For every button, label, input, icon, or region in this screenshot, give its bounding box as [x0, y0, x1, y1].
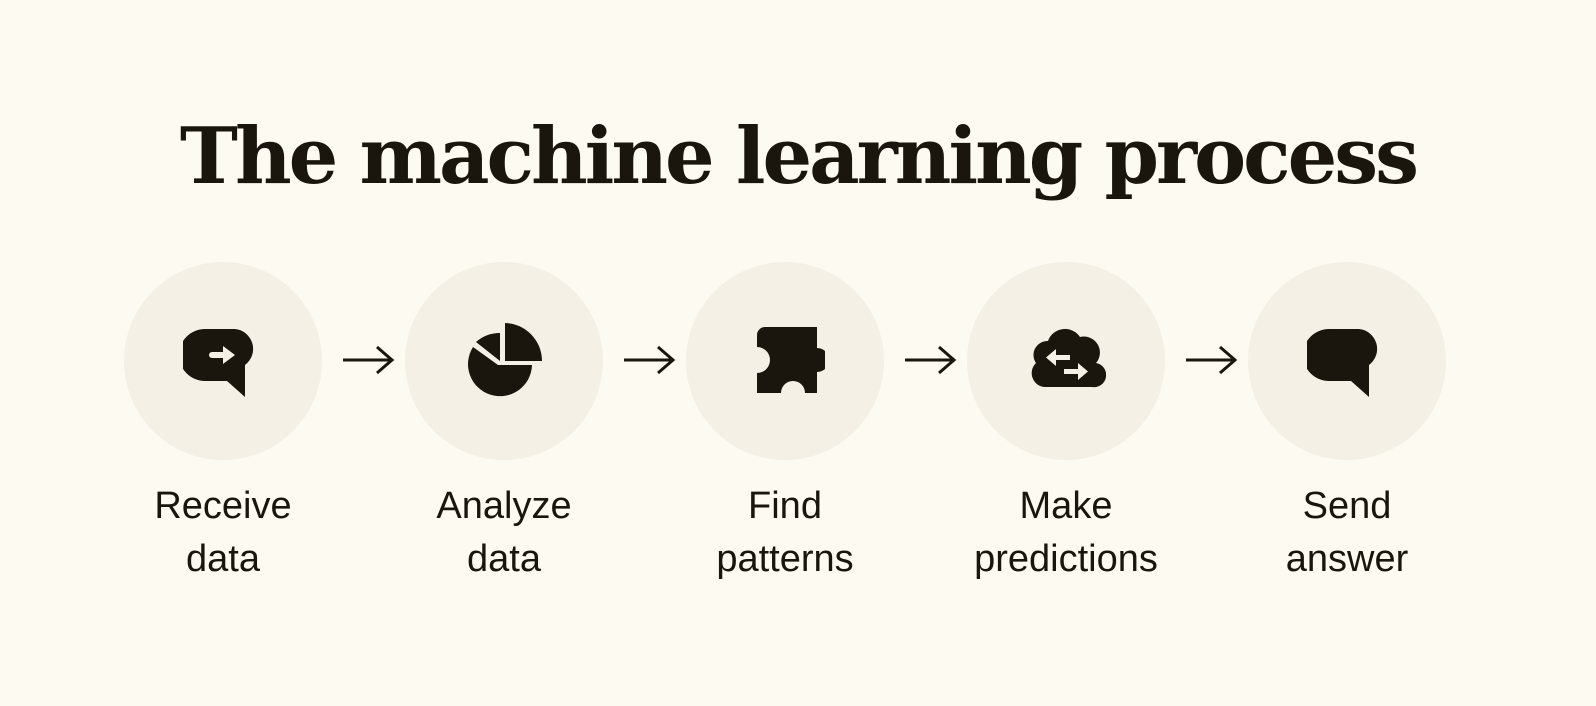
- diagram-title: The machine learning process: [179, 111, 1419, 202]
- speech-bubble-arrow-icon: [183, 329, 254, 397]
- step-receive-data: Receive data: [124, 262, 324, 580]
- step-send-answer: Send answer: [1248, 262, 1448, 580]
- pie-chart-icon: [468, 323, 542, 397]
- arrow-right-icon: [1186, 345, 1238, 375]
- puzzle-piece-icon: [757, 327, 825, 393]
- arrow-right-icon: [905, 345, 957, 375]
- arrow-right-icon: [343, 345, 395, 375]
- step-circle: [686, 262, 884, 460]
- step-circle: [405, 262, 603, 460]
- step-analyze-data: Analyze data: [405, 262, 605, 580]
- step-make-predictions: Make predictions: [967, 262, 1167, 580]
- step-label: Receive data: [154, 485, 292, 580]
- step-label: Find patterns: [716, 485, 854, 580]
- arrow-right-icon: [624, 345, 676, 375]
- step-find-patterns: Find patterns: [686, 262, 886, 580]
- step-label: Make predictions: [974, 485, 1158, 580]
- step-circle: [124, 262, 322, 460]
- step-circle: [1248, 262, 1446, 460]
- cloud-sync-icon: [1031, 328, 1106, 388]
- step-label: Analyze data: [436, 485, 572, 580]
- speech-bubble-icon: [1307, 329, 1378, 397]
- step-label: Send answer: [1285, 485, 1409, 580]
- step-circle: [967, 262, 1165, 460]
